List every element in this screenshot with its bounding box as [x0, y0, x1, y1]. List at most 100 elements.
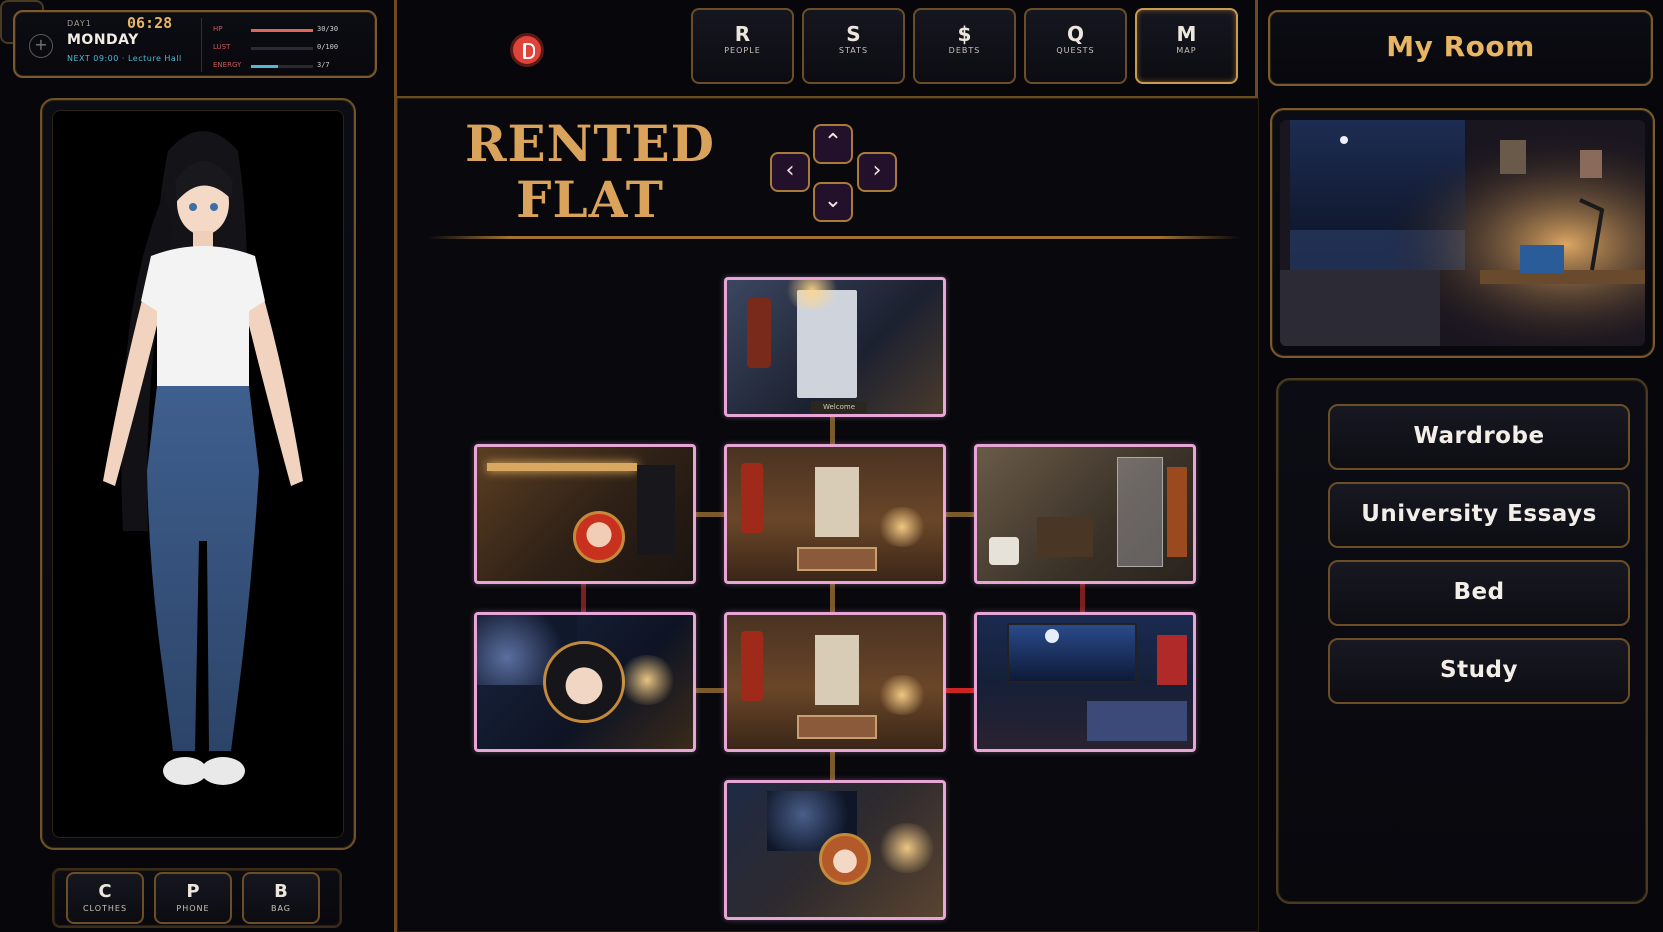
action-wardrobe-button[interactable]: Wardrobe	[1328, 404, 1630, 470]
button-label: CLOTHES	[82, 904, 128, 913]
map-link	[944, 512, 976, 517]
coat	[747, 298, 771, 368]
title-underline	[428, 236, 1240, 239]
fridge	[637, 465, 675, 555]
stat-bar-fill	[251, 65, 278, 68]
nav-people-button[interactable]: R PEOPLE	[691, 8, 794, 84]
action-study-button[interactable]: Study	[1328, 638, 1630, 704]
status-panel: + DAY1 06:28 MONDAY NEXT 09:00 · Lecture…	[13, 10, 377, 78]
lamp-glow	[877, 823, 937, 873]
room-my-room-map[interactable]	[474, 612, 696, 752]
arrow-right-button[interactable]: ›	[857, 152, 897, 192]
sink-cabinet	[1037, 517, 1093, 557]
title-line-2: FLAT	[516, 170, 664, 229]
map-link	[694, 688, 726, 693]
room-hallway[interactable]	[724, 444, 946, 584]
stat-bar	[251, 65, 313, 68]
nav-label: MAP	[1176, 46, 1197, 55]
moon-icon	[1045, 629, 1059, 643]
phone-button[interactable]: P PHONE	[154, 872, 232, 924]
room-title: My Room	[1386, 30, 1535, 63]
stat-bar	[251, 47, 313, 50]
room-hallway-2[interactable]	[724, 612, 946, 752]
lamp-glow	[617, 655, 677, 705]
window-moon	[1007, 623, 1137, 683]
map-link	[830, 414, 835, 448]
stat-value: 3/7	[317, 61, 330, 69]
coat	[741, 463, 763, 533]
stat-lust: LUST 0/100	[213, 43, 373, 55]
button-label: PHONE	[176, 904, 210, 913]
stat-energy: ENERGY 3/7	[213, 61, 373, 73]
action-university-essays-button[interactable]: University Essays	[1328, 482, 1630, 548]
nav-label: PEOPLE	[724, 46, 761, 55]
nav-quests-button[interactable]: Q QUESTS	[1024, 8, 1127, 84]
room-preview-illustration	[1280, 120, 1645, 346]
lamp-glow	[877, 507, 927, 547]
bag-button[interactable]: B BAG	[242, 872, 320, 924]
stat-label: LUST	[213, 43, 231, 51]
room-entrance[interactable]: Welcome	[724, 277, 946, 417]
npc-avatar-redhead[interactable]	[573, 511, 625, 563]
npc-avatar-ginger[interactable]	[819, 833, 871, 885]
nav-label: QUESTS	[1056, 46, 1095, 55]
nav-key: Q	[1066, 22, 1084, 46]
room-bedroom-3[interactable]	[724, 780, 946, 920]
nav-key: S	[846, 22, 861, 46]
clothes-button[interactable]: C CLOTHES	[66, 872, 144, 924]
day-label: DAY1	[67, 19, 92, 28]
weekday: MONDAY	[67, 32, 139, 48]
shelf-light	[487, 463, 637, 471]
action-bed-button[interactable]: Bed	[1328, 560, 1630, 626]
room-title-box: My Room	[1268, 10, 1653, 86]
stat-value: 30/30	[317, 25, 339, 33]
button-label: BAG	[270, 904, 292, 913]
stat-value: 0/100	[317, 43, 339, 51]
divider	[201, 18, 202, 72]
nav-label: DEBTS	[948, 46, 981, 55]
map-link	[830, 750, 835, 782]
nav-key: $	[957, 22, 972, 46]
nav-key: M	[1176, 22, 1197, 46]
rug	[797, 547, 877, 571]
room-preview-frame	[1270, 108, 1655, 358]
title-line-1: RENTED	[464, 114, 716, 173]
stat-bar	[251, 29, 313, 32]
stat-label: HP	[213, 25, 223, 33]
add-icon[interactable]: +	[29, 34, 53, 58]
room-bedroom-2[interactable]	[974, 612, 1196, 752]
lamp-glow	[877, 675, 927, 715]
room-bathroom[interactable]	[974, 444, 1196, 584]
hall-door	[815, 467, 859, 537]
room-kitchen[interactable]	[474, 444, 696, 584]
poster	[1157, 635, 1187, 685]
map-link	[694, 512, 726, 517]
record-icon[interactable]	[513, 36, 541, 64]
stat-label: ENERGY	[213, 61, 242, 69]
rug	[797, 715, 877, 739]
player-avatar[interactable]	[543, 641, 625, 723]
nav-debts-button[interactable]: $ DEBTS	[913, 8, 1016, 84]
nav-key: R	[734, 22, 751, 46]
map-link	[1080, 582, 1085, 616]
nav-label: STATS	[838, 46, 869, 55]
button-key: P	[186, 881, 200, 902]
arrow-down-button[interactable]: ⌄	[813, 182, 853, 222]
stat-hp: HP 30/30	[213, 25, 373, 37]
towel	[1167, 467, 1187, 557]
button-key: C	[98, 881, 112, 902]
clock: 06:28	[127, 14, 173, 32]
door-mat: Welcome	[811, 401, 867, 413]
room-preview-image	[1280, 120, 1645, 346]
character-illustration	[103, 131, 303, 785]
map-link	[581, 582, 586, 616]
next-event: NEXT 09:00 · Lecture Hall	[67, 54, 182, 63]
character-portrait-frame	[40, 98, 356, 850]
nav-stats-button[interactable]: S STATS	[802, 8, 905, 84]
hall-door	[815, 635, 859, 705]
character-portrait[interactable]	[52, 110, 344, 838]
arrow-up-button[interactable]: ⌃	[813, 124, 853, 164]
coat	[741, 631, 763, 701]
nav-map-button[interactable]: M MAP	[1135, 8, 1238, 84]
arrow-left-button[interactable]: ‹	[770, 152, 810, 192]
